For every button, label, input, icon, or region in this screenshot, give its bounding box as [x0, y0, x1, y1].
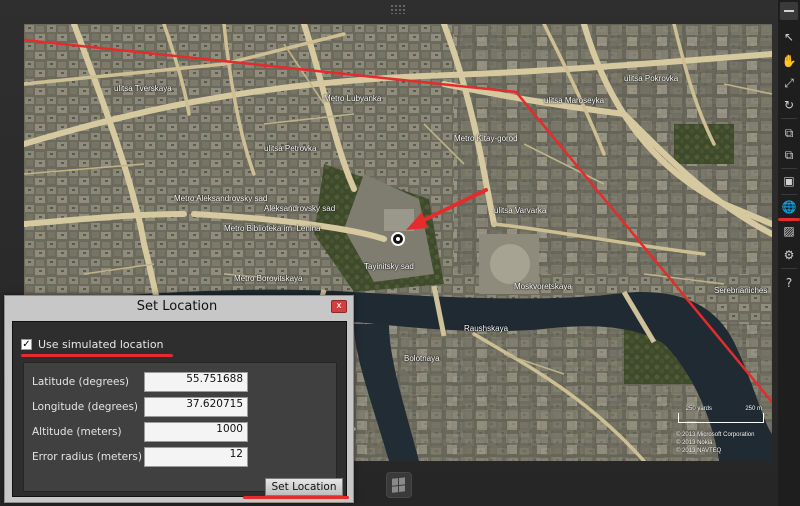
latitude-label: Latitude (degrees) [32, 376, 130, 388]
button-annotation-underline [243, 496, 349, 499]
metro-label: Metro Kitay-gorod [454, 134, 518, 143]
scale-bar [678, 413, 764, 423]
street-label: ulitsa Petrovka [264, 144, 317, 153]
street-label: Serebrianiches [714, 286, 768, 295]
map-attribution: © 2013 Microsoft Corporation © 2013 Noki… [676, 431, 766, 455]
settings-icon[interactable]: ⚙ [780, 246, 798, 264]
longitude-label: Longitude (degrees) [32, 401, 139, 413]
park-label: Aleksandrovsky sad [264, 204, 336, 213]
error-radius-label: Error radius (meters) [32, 451, 142, 463]
dialog-title: Set Location [136, 299, 218, 314]
scale-yards-label: 250 yards [685, 406, 712, 412]
attribution-line: © 2013 Microsoft Corporation [676, 432, 755, 438]
location-pin-icon [391, 232, 405, 246]
pointer-icon[interactable]: ↖ [780, 28, 798, 46]
change-resolution-icon[interactable]: ▣ [780, 172, 798, 190]
use-simulated-location-label: Use simulated location [38, 337, 164, 351]
altitude-label: Altitude (meters) [32, 426, 122, 438]
drag-handle[interactable] [390, 4, 406, 14]
metro-label: Metro Biblioteka im. Lenina [224, 224, 321, 233]
metro-label: Metro Borovitskaya [234, 274, 303, 283]
location-annotation-underline [778, 218, 800, 221]
windows-start-button[interactable] [386, 472, 412, 498]
set-location-dialog: Set Location x ✓ Use simulated location … [4, 295, 354, 503]
minimize-icon[interactable] [780, 2, 798, 20]
pinch-zoom-icon[interactable]: ⤢ [780, 74, 798, 92]
windows-logo-icon [392, 477, 406, 493]
latitude-row: Latitude (degrees) 55.751688 [32, 372, 332, 392]
latitude-input[interactable]: 55.751688 [144, 372, 248, 392]
altitude-input[interactable]: 1000 [144, 422, 248, 442]
error-radius-input[interactable]: 12 [144, 447, 248, 467]
set-location-button[interactable]: Set Location [265, 478, 343, 496]
street-label: ulitsa Pokrovka [624, 74, 679, 83]
scale-meters-label: 250 m [745, 406, 762, 412]
location-icon[interactable]: 🌐 [780, 198, 798, 216]
street-label: ulitsa Tverskaya [114, 84, 172, 93]
attribution-line: © 2013 NAVTEQ [676, 448, 722, 454]
street-label: Raushskaya [464, 324, 509, 333]
screenshot-icon[interactable]: ▨ [780, 222, 798, 240]
street-label: ulitsa Maroseyka [544, 96, 605, 105]
metro-label: Metro Lubyanka [324, 94, 382, 103]
use-simulated-location-toggle[interactable]: ✓ Use simulated location [21, 337, 164, 351]
rotate-icon[interactable]: ↻ [780, 96, 798, 114]
use-simulated-location-checkbox[interactable]: ✓ [21, 338, 32, 350]
close-button[interactable]: x [331, 300, 347, 313]
simulator-toolbar: ↖ ✋ ⤢ ↻ ⧉ ⧉ ▣ 🌐 ▨ ⚙ ? [778, 0, 800, 506]
street-label: Bolotnaya [404, 354, 440, 363]
hand-icon[interactable]: ✋ [780, 52, 798, 70]
attribution-line: © 2013 Nokia [676, 440, 713, 446]
altitude-row: Altitude (meters) 1000 [32, 422, 332, 442]
longitude-input[interactable]: 37.620715 [144, 397, 248, 417]
help-icon[interactable]: ? [780, 274, 798, 292]
location-fields-panel: Latitude (degrees) 55.751688 Longitude (… [23, 362, 337, 492]
street-label: ulitsa Varvarka [494, 206, 547, 215]
rotate-counterclockwise-icon[interactable]: ⧉ [780, 146, 798, 164]
park-label: Tayinitsky sad [364, 262, 414, 271]
metro-label: Metro Aleksandrovsky sad [174, 194, 268, 203]
checkbox-annotation-underline [21, 354, 173, 357]
longitude-row: Longitude (degrees) 37.620715 [32, 397, 332, 417]
error-radius-row: Error radius (meters) 12 [32, 447, 332, 467]
street-label: Moskvoretskaya [514, 282, 572, 291]
rotate-clockwise-icon[interactable]: ⧉ [780, 124, 798, 142]
dialog-body: ✓ Use simulated location Latitude (degre… [12, 321, 347, 497]
